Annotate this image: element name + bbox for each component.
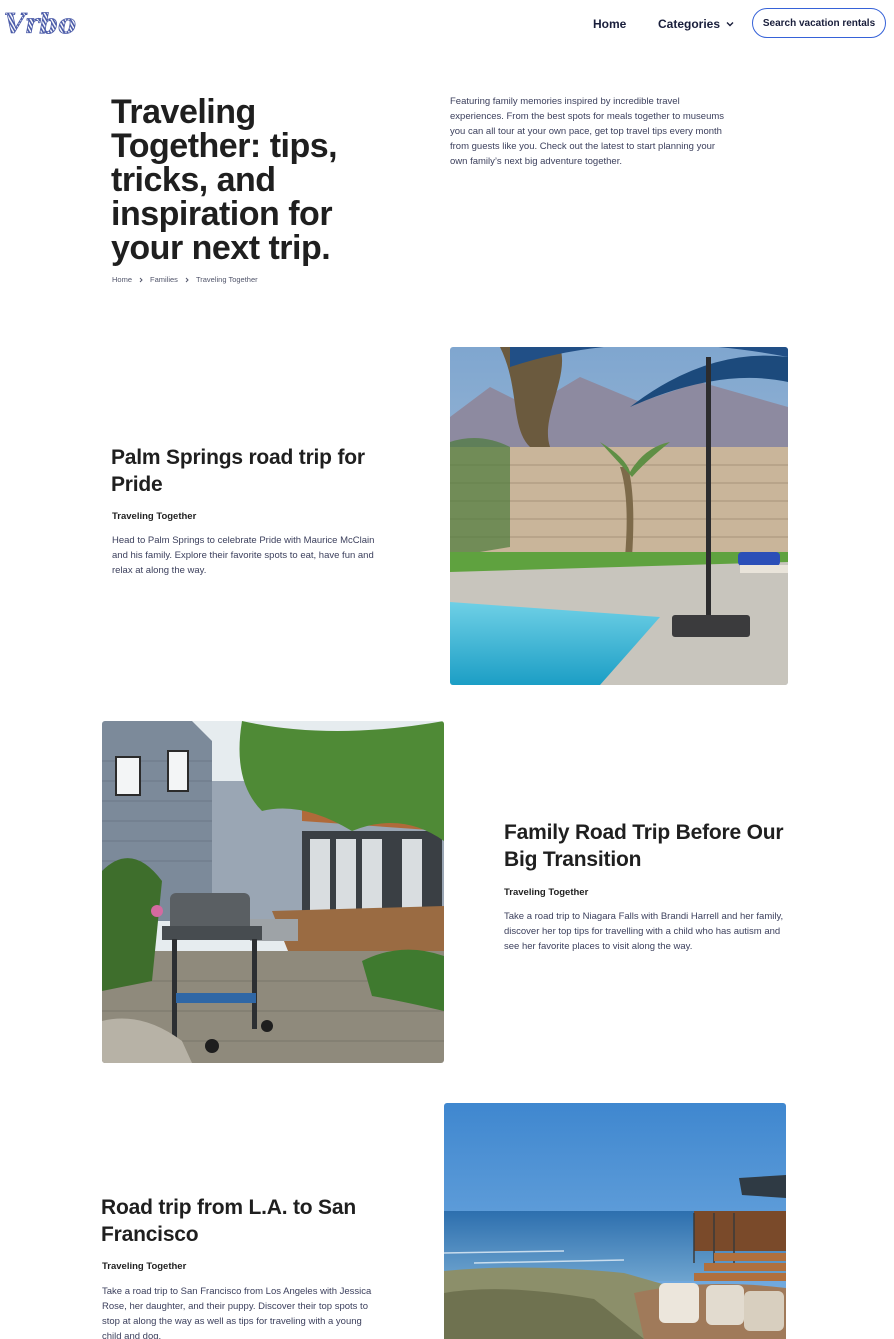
- vrbo-logo[interactable]: Vrbo: [4, 8, 82, 40]
- article-image-pool[interactable]: [450, 347, 788, 685]
- site-header: Vrbo Home Categories Search vacation ren…: [0, 0, 894, 48]
- backyard-photo: [102, 721, 444, 1063]
- article-title[interactable]: Palm Springs road trip for Pride: [111, 444, 381, 498]
- article-title[interactable]: Family Road Trip Before Our Big Transiti…: [504, 819, 794, 873]
- article-description: Take a road trip to San Francisco from L…: [102, 1286, 372, 1339]
- ocean-photo: [444, 1103, 786, 1339]
- page-title: Traveling Together: tips, tricks, and in…: [111, 93, 338, 267]
- breadcrumb: Home Families Traveling Together: [112, 275, 258, 284]
- pool-photo: [450, 347, 788, 685]
- nav-categories-dropdown[interactable]: Categories: [658, 17, 735, 31]
- breadcrumb-families[interactable]: Families: [150, 275, 178, 284]
- article-title[interactable]: Road trip from L.A. to San Francisco: [101, 1194, 381, 1248]
- chevron-down-icon: [726, 22, 734, 27]
- breadcrumb-home[interactable]: Home: [112, 275, 132, 284]
- svg-text:Vrbo: Vrbo: [4, 9, 76, 40]
- search-vacation-rentals-button[interactable]: Search vacation rentals: [752, 8, 886, 38]
- article-image-backyard[interactable]: [102, 721, 444, 1063]
- article-category[interactable]: Traveling Together: [112, 511, 196, 522]
- nav-home-link[interactable]: Home: [593, 17, 626, 31]
- article-description: Take a road trip to Niagara Falls with B…: [504, 911, 784, 952]
- article-category[interactable]: Traveling Together: [504, 887, 588, 898]
- chevron-right-icon: [185, 277, 189, 282]
- nav-categories-label: Categories: [658, 17, 721, 31]
- article-category[interactable]: Traveling Together: [102, 1261, 186, 1272]
- article-description: Head to Palm Springs to celebrate Pride …: [112, 535, 375, 576]
- page-intro: Featuring family memories inspired by in…: [450, 96, 725, 167]
- article-image-ocean[interactable]: [444, 1103, 786, 1339]
- chevron-right-icon: [139, 277, 143, 282]
- breadcrumb-current: Traveling Together: [195, 275, 258, 284]
